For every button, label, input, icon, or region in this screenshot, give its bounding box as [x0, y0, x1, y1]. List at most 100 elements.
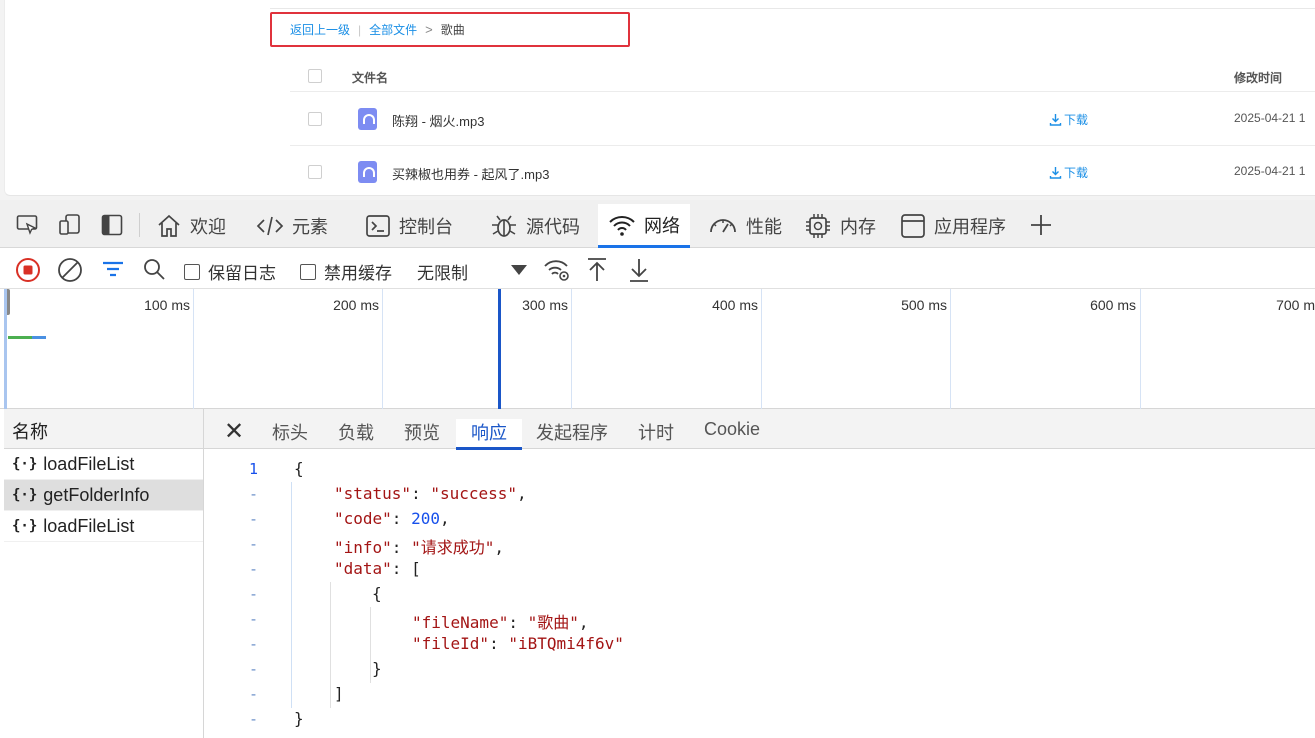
- tab-payload[interactable]: 负载: [330, 419, 382, 449]
- json-icon: {·}: [12, 518, 38, 534]
- devtools-tab-bar: 欢迎 元素 控制台 源代码 网络 性能 内存 应用程序: [0, 200, 1315, 248]
- record-button[interactable]: [15, 257, 41, 283]
- code-tag-icon: [256, 216, 284, 236]
- line-number: -: [248, 710, 258, 728]
- request-name: loadFileList: [43, 515, 135, 536]
- tab-memory[interactable]: 内存: [794, 204, 886, 248]
- tab-response[interactable]: 响应: [456, 419, 522, 450]
- tab-headers[interactable]: 标头: [264, 419, 316, 449]
- tab-timing[interactable]: 计时: [630, 419, 682, 449]
- file-row[interactable]: 买辣椒也用券 - 起风了.mp3 下载 2025-04-21 1: [290, 146, 1315, 199]
- clear-button[interactable]: [57, 257, 83, 283]
- checkbox-box[interactable]: [184, 263, 200, 280]
- json-brace: {: [294, 459, 304, 478]
- download-button[interactable]: 下载: [1049, 164, 1088, 181]
- breadcrumb: 返回上一级 | 全部文件 > 歌曲: [270, 12, 630, 47]
- json-brace: }: [372, 659, 382, 678]
- timeline-gridline: [1140, 289, 1141, 409]
- line-number: -: [248, 535, 258, 553]
- close-icon[interactable]: ✕: [224, 417, 244, 446]
- request-detail-pane: ✕ 标头 负载 预览 响应 发起程序 计时 Cookie 1 - - - - -…: [204, 409, 1315, 738]
- network-timeline[interactable]: 100 ms 200 ms 300 ms 400 ms 500 ms 600 m…: [0, 289, 1315, 409]
- file-row[interactable]: 陈翔 - 烟火.mp3 下载 2025-04-21 1: [290, 93, 1315, 146]
- row-checkbox[interactable]: [308, 165, 322, 179]
- timeline-tick-label: 200 ms: [333, 297, 379, 313]
- tab-welcome[interactable]: 欢迎: [146, 204, 236, 248]
- memory-chip-icon: [806, 214, 830, 238]
- network-conditions-icon[interactable]: [543, 257, 571, 283]
- tab-sources[interactable]: 源代码: [480, 204, 590, 248]
- request-list: 名称 {·} loadFileList {·} getFolderInfo {·…: [4, 409, 204, 738]
- row-checkbox[interactable]: [308, 112, 322, 126]
- download-button[interactable]: 下载: [1049, 111, 1088, 128]
- timeline-gridline: [571, 289, 572, 409]
- request-item[interactable]: {·} loadFileList: [4, 449, 203, 480]
- timeline-start-marker: [4, 289, 7, 409]
- json-value: iBTQmi4f6v: [517, 634, 615, 653]
- json-icon: {·}: [12, 456, 38, 472]
- select-all-checkbox[interactable]: [308, 69, 322, 83]
- json-value: 200: [411, 509, 440, 528]
- audio-file-icon: [358, 108, 377, 130]
- file-name[interactable]: 买辣椒也用券 - 起风了.mp3: [392, 164, 549, 183]
- application-window-icon: [901, 214, 925, 238]
- line-number: -: [248, 510, 258, 528]
- timeline-tick-label: 300 ms: [522, 297, 568, 313]
- clear-icon: [58, 258, 82, 282]
- timeline-cursor[interactable]: [498, 289, 501, 409]
- disable-cache-checkbox[interactable]: 禁用缓存: [300, 259, 392, 284]
- tab-cookie[interactable]: Cookie: [696, 419, 768, 449]
- download-label: 下载: [1064, 166, 1089, 180]
- chevron-down-icon[interactable]: [510, 264, 528, 276]
- file-name[interactable]: 陈翔 - 烟火.mp3: [392, 111, 484, 130]
- tab-preview[interactable]: 预览: [396, 419, 448, 449]
- preserve-log-checkbox[interactable]: 保留日志: [184, 259, 276, 284]
- divider: [270, 8, 1315, 9]
- json-value: 请求成功: [420, 538, 485, 557]
- response-body[interactable]: 1 - - - - - - - - - - { "status": "succe…: [204, 450, 1315, 738]
- timeline-gridline: [382, 289, 383, 409]
- search-icon: [144, 259, 165, 280]
- tab-console[interactable]: 控制台: [355, 204, 463, 248]
- tab-label: 应用程序: [934, 217, 1006, 237]
- add-tab-icon[interactable]: [1028, 212, 1054, 238]
- dock-side-icon[interactable]: [99, 212, 125, 238]
- filter-button[interactable]: [100, 257, 126, 283]
- tab-network[interactable]: 网络: [598, 204, 690, 248]
- tab-initiator[interactable]: 发起程序: [528, 419, 616, 449]
- json-icon: {·}: [12, 487, 38, 503]
- home-icon: [158, 214, 180, 237]
- console-icon: [366, 215, 390, 237]
- line-number: -: [248, 585, 258, 603]
- request-list-header[interactable]: 名称: [4, 409, 203, 449]
- json-line-info: "info": "请求成功",: [334, 538, 504, 557]
- timeline-tick-label: 400 ms: [712, 297, 758, 313]
- tab-label: 性能: [746, 217, 782, 237]
- request-item-selected[interactable]: {·} getFolderInfo: [4, 480, 203, 511]
- devtools-panel: 欢迎 元素 控制台 源代码 网络 性能 内存 应用程序 保留日志 禁用缓存 无限…: [0, 200, 1315, 738]
- upload-icon[interactable]: [586, 257, 608, 283]
- json-line-fileid: "fileId": "iBTQmi4f6v": [412, 634, 624, 653]
- line-number: -: [248, 610, 258, 628]
- request-item[interactable]: {·} loadFileList: [4, 511, 203, 542]
- file-mtime: 2025-04-21 1: [1234, 111, 1306, 125]
- throttling-select[interactable]: 无限制: [417, 259, 468, 284]
- tab-elements[interactable]: 元素: [246, 204, 338, 248]
- search-button[interactable]: [142, 257, 166, 281]
- inspect-element-icon[interactable]: [15, 212, 41, 238]
- json-line-code: "code": 200,: [334, 509, 450, 528]
- line-number: -: [248, 485, 258, 503]
- device-toolbar-icon[interactable]: [57, 212, 83, 238]
- network-toolbar: 保留日志 禁用缓存 无限制: [0, 249, 1315, 289]
- column-header-filename: 文件名: [352, 71, 389, 85]
- checkbox-box[interactable]: [300, 263, 316, 280]
- json-brace: {: [372, 584, 382, 603]
- tab-performance[interactable]: 性能: [698, 204, 792, 248]
- download-icon[interactable]: [628, 257, 650, 283]
- timeline-gridline: [761, 289, 762, 409]
- breadcrumb-back-link[interactable]: 返回上一级: [290, 21, 350, 38]
- json-brace: }: [294, 709, 304, 728]
- indent-guide: [330, 582, 331, 708]
- breadcrumb-all-files-link[interactable]: 全部文件: [369, 21, 417, 38]
- tab-application[interactable]: 应用程序: [890, 204, 1016, 248]
